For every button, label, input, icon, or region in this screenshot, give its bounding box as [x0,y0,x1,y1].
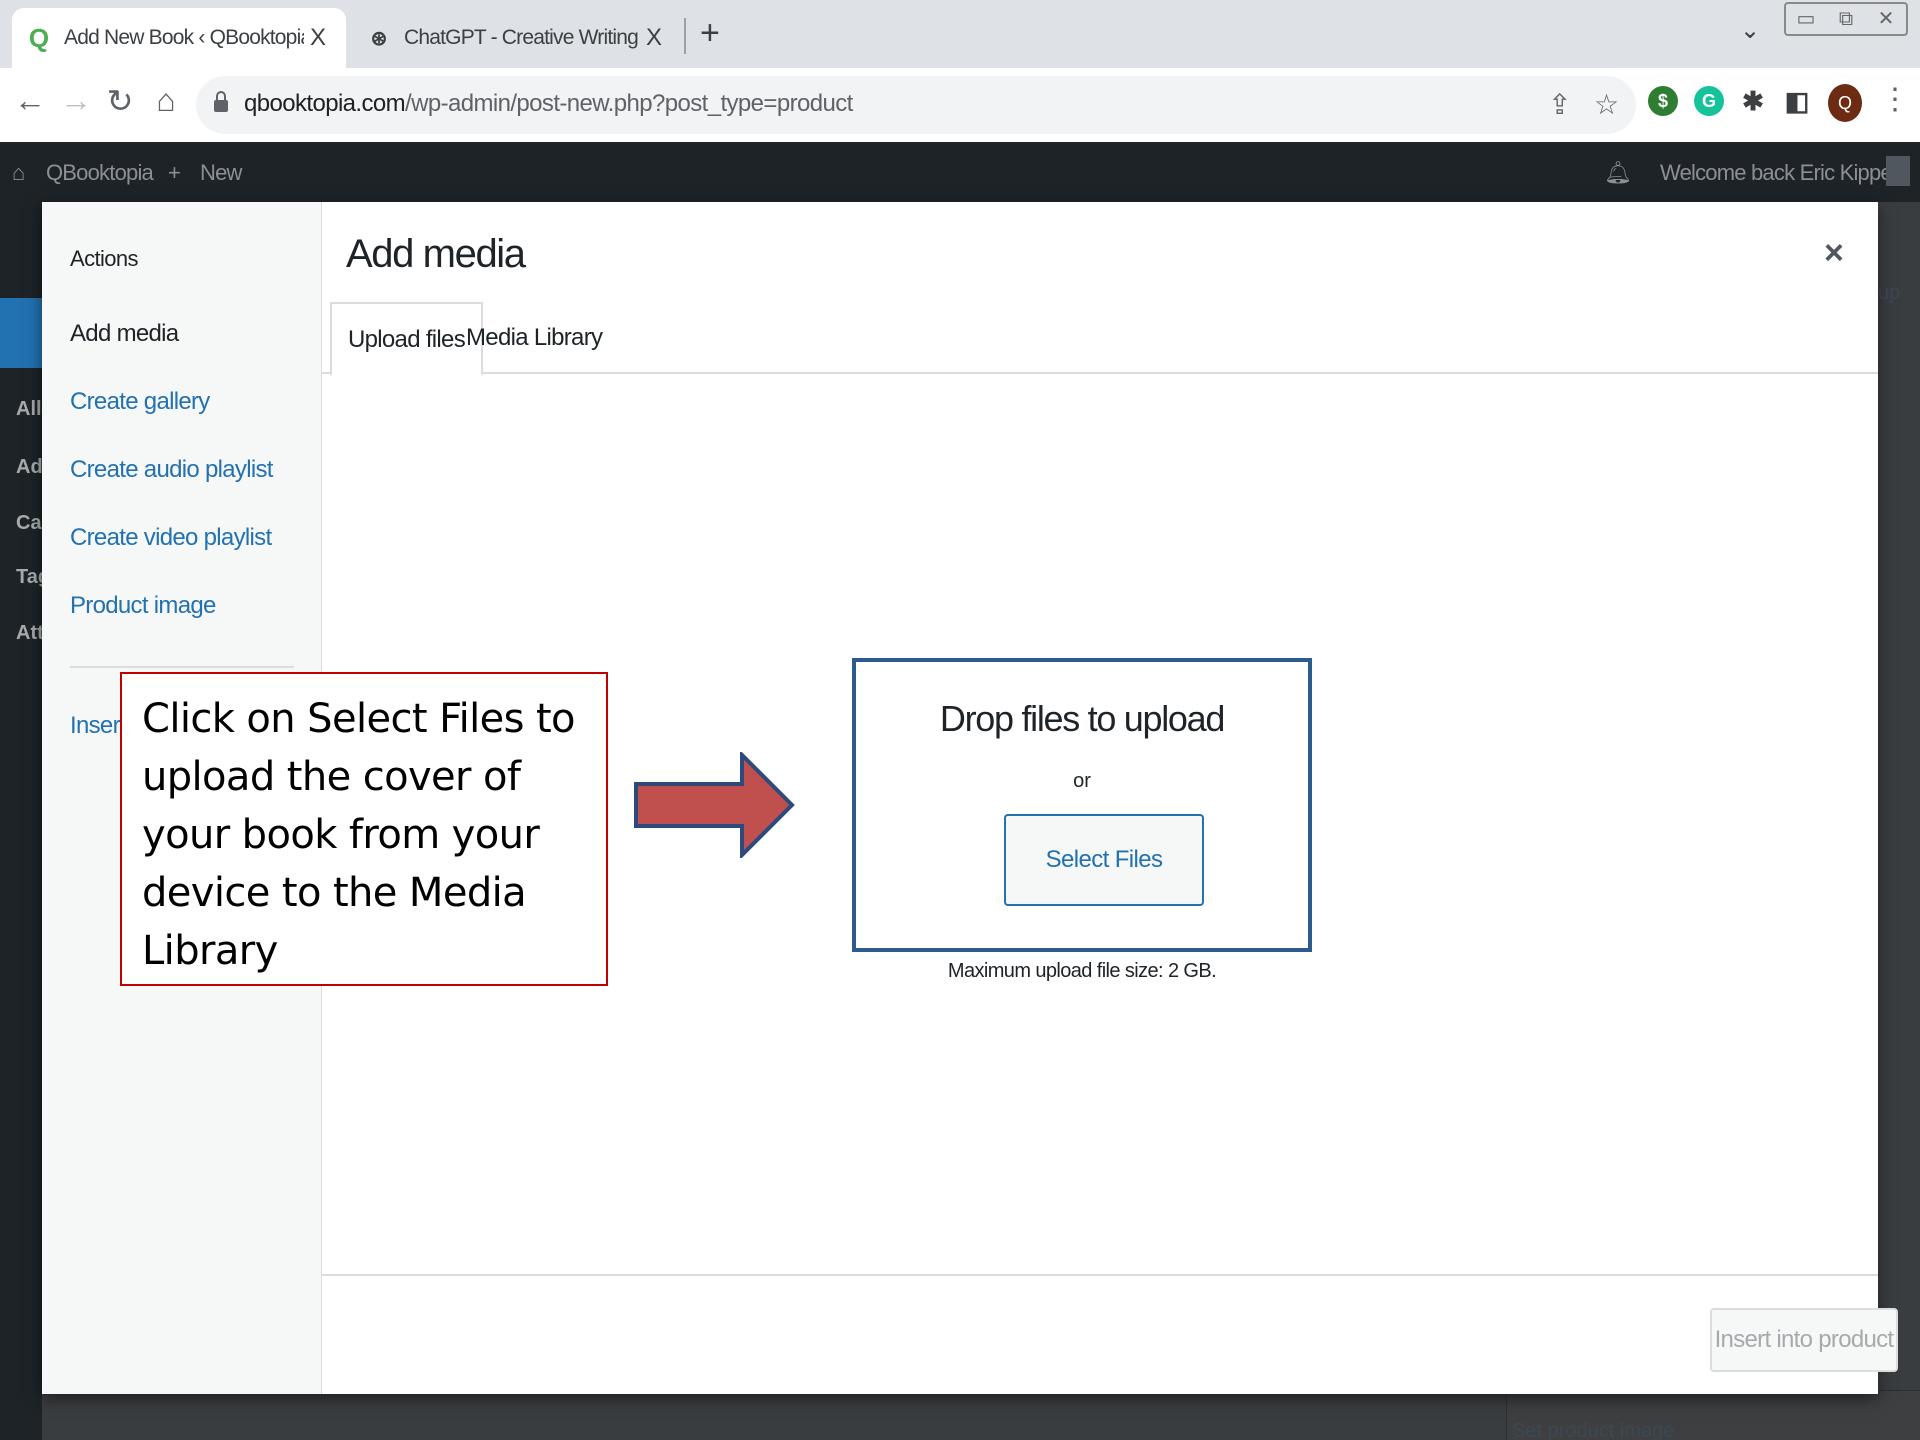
extension-dollar-icon[interactable]: $ [1648,86,1678,116]
or-text: or [1073,770,1091,792]
window-controls: ▭ ⧉ ✕ [1784,2,1908,36]
menu-item-add-media[interactable]: Add media [70,320,179,348]
back-arrow-icon[interactable]: ← [10,82,50,119]
sidebar-item-add[interactable]: Ad [16,456,43,479]
extensions-puzzle-icon[interactable]: ✱ [1738,86,1768,116]
restore-icon[interactable]: ⧉ [1826,4,1866,34]
new-tab-button[interactable]: + [700,14,720,53]
right-arrow-icon [634,752,795,858]
tab-divider [684,18,686,54]
grammarly-icon[interactable]: G [1694,86,1724,116]
user-avatar[interactable] [1886,156,1910,186]
close-tab-icon[interactable]: X [304,24,332,52]
media-router-tabs: Upload files Media Library [322,298,1878,376]
tab-add-new-book[interactable]: Q Add New Book ‹ QBooktopia — W X [12,8,346,68]
select-files-button[interactable]: Select Files [1004,814,1204,906]
browser-tab-strip: Q Add New Book ‹ QBooktopia — W X ⊛ Chat… [0,0,1920,68]
tab-search-chevron-icon[interactable]: ⌄ [1740,16,1760,45]
qbooktopia-favicon-icon: Q [28,22,50,53]
menu-item-create-video-playlist[interactable]: Create video playlist [70,524,272,552]
minimize-icon[interactable]: ▭ [1786,4,1826,34]
share-icon[interactable]: ⇪ [1548,88,1571,121]
menu-item-insert-from-url[interactable]: Insert [70,712,127,740]
browser-menu-icon[interactable]: ⋮ [1880,82,1910,117]
side-panel-icon[interactable]: ◧ [1782,86,1812,116]
tab-title: ChatGPT - Creative Writing Coach [404,26,640,49]
lock-icon [214,91,228,112]
menu-item-create-audio-playlist[interactable]: Create audio playlist [70,456,273,484]
home-icon[interactable]: ⌂ [146,82,186,119]
sidebar-item-categories[interactable]: Ca [16,512,42,535]
menu-item-product-image[interactable]: Product image [70,592,216,620]
set-product-image-link[interactable]: Set product image [1512,1420,1674,1440]
tab-title: Add New Book ‹ QBooktopia — W [64,26,304,49]
menu-item-create-gallery[interactable]: Create gallery [70,388,210,416]
wp-admin-bar: ⌂ QBooktopia + New 🔔︎ Welcome back Eric … [0,142,1920,202]
max-upload-size-text: Maximum upload file size: 2 GB. [947,960,1217,982]
reload-icon[interactable]: ↻ [100,82,140,120]
wp-admin-sidebar: All Ad Ca Tag Att [0,202,50,1440]
tab-chatgpt[interactable]: ⊛ ChatGPT - Creative Writing Coach X [352,8,682,68]
plus-icon: + [168,160,181,185]
bookmark-star-icon[interactable]: ☆ [1594,88,1619,121]
address-bar[interactable]: qbooktopia.com/wp-admin/post-new.php?pos… [196,76,1636,134]
media-frame-toolbar: Insert into product [322,1274,1898,1394]
notification-bell-icon[interactable]: 🔔︎ [1604,160,1632,186]
partial-text: up [1878,282,1901,304]
upload-dropzone[interactable]: Drop files to upload or Select Files [852,658,1312,952]
forward-arrow-icon[interactable]: → [56,82,96,119]
url-text[interactable]: qbooktopia.com/wp-admin/post-new.php?pos… [244,90,853,118]
tab-media-library[interactable]: Media Library [450,302,618,374]
welcome-text[interactable]: Welcome back Eric Kippen [1660,160,1904,186]
drop-files-title: Drop files to upload [939,698,1225,739]
sidebar-item-all[interactable]: All [16,398,42,421]
openai-favicon-icon: ⊛ [370,27,388,50]
menu-heading: Actions [70,246,139,271]
products-menu-active[interactable] [0,298,42,368]
instruction-callout: Click on Select Files to upload the cove… [120,672,608,986]
profile-avatar[interactable]: Q [1828,84,1862,122]
close-window-icon[interactable]: ✕ [1866,4,1906,34]
sidebar-item-attributes[interactable]: Att [16,622,44,645]
site-name[interactable]: QBooktopia [46,160,154,186]
close-tab-icon[interactable]: X [640,24,668,52]
browser-toolbar: ← → ↻ ⌂ qbooktopia.com/wp-admin/post-new… [0,68,1920,142]
insert-into-product-button[interactable]: Insert into product [1710,1308,1898,1372]
new-content-link[interactable]: New [200,160,242,186]
menu-separator [70,666,294,668]
close-modal-icon[interactable]: × [1824,234,1844,273]
modal-title: Add media [346,232,526,276]
home-icon[interactable]: ⌂ [12,160,25,186]
